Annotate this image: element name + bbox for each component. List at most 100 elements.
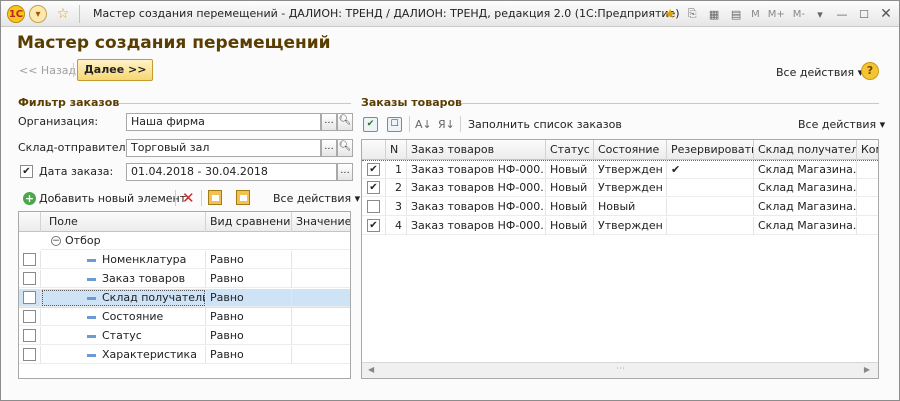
calendar-icon[interactable]: ▤ (727, 5, 745, 23)
orders-header-state[interactable]: Состояние (594, 140, 667, 160)
filter-row-comparison[interactable]: Равно (206, 251, 292, 269)
filter-row-comparison[interactable]: Равно (206, 346, 292, 364)
order-row-checkbox[interactable]: ✔ (367, 181, 380, 194)
sort-descending-icon[interactable]: Я↓ (438, 118, 455, 131)
date-period-field[interactable]: 01.04.2018 - 30.04.2018 (126, 163, 337, 181)
filter-row-value[interactable] (292, 327, 350, 345)
order-n-cell: 4 (386, 217, 407, 235)
order-row[interactable]: ✔ 4 Заказ товаров НФ-000... Новый Утвержден С… (362, 217, 878, 236)
filter-row-comparison[interactable]: Равно (206, 289, 292, 307)
order-order-cell: Заказ товаров НФ-000... (407, 161, 546, 179)
main-menu-icon[interactable]: ▾ (29, 5, 47, 23)
close-icon[interactable]: ✕ (877, 5, 895, 23)
help-icon[interactable]: ? (861, 62, 879, 80)
orders-header-warehouse[interactable]: Склад получатель (754, 140, 857, 160)
memory-minus-button[interactable]: M- (791, 5, 807, 23)
scroll-left-icon[interactable]: ◀ (368, 365, 374, 374)
add-favorite-icon[interactable]: ★ (661, 5, 679, 23)
filter-row-comparison[interactable]: Равно (206, 270, 292, 288)
add-element-icon[interactable]: + (23, 192, 36, 205)
toolbar-separator (201, 190, 202, 206)
scroll-thumb[interactable]: ⋯ (616, 364, 625, 374)
favorite-star-icon[interactable]: ☆ (54, 5, 72, 23)
filter-row-value[interactable] (292, 270, 350, 288)
link-icon[interactable]: ⎘ (683, 5, 701, 23)
filter-row[interactable]: Заказ товаров Равно (19, 270, 350, 289)
filter-grid: Поле Вид сравнения Значение − Отбор Номенк… (18, 211, 351, 379)
all-actions-menu[interactable]: Все действия ▾ (776, 66, 863, 79)
group-conditions-icon[interactable] (208, 190, 222, 205)
filter-row-checkbox[interactable] (23, 291, 36, 304)
field-dash-icon (87, 296, 96, 300)
orders-header-order[interactable]: Заказ товаров (407, 140, 546, 160)
filter-row[interactable]: Состояние Равно (19, 308, 350, 327)
order-row-checkbox[interactable] (367, 200, 380, 213)
order-row-checkbox[interactable]: ✔ (367, 219, 380, 232)
warehouse-select-button[interactable]: ... (321, 139, 337, 157)
filter-row-checkbox[interactable] (23, 272, 36, 285)
scroll-right-icon[interactable]: ▶ (864, 365, 870, 374)
filter-row-value[interactable] (292, 346, 350, 364)
filter-row-value[interactable] (292, 251, 350, 269)
filter-row[interactable]: Склад получатель Равно (19, 289, 350, 308)
warehouse-field[interactable]: Торговый зал (126, 139, 321, 157)
memory-plus-button[interactable]: M+ (766, 5, 787, 23)
order-row[interactable]: ✔ 2 Заказ товаров НФ-000... Новый Утвержден С… (362, 179, 878, 198)
delete-icon[interactable]: ✕ (182, 189, 195, 207)
order-row[interactable]: ✔ 1 Заказ товаров НФ-000... Новый Утвержден ✔… (362, 160, 878, 179)
filter-row-comparison[interactable]: Равно (206, 327, 292, 345)
filter-row-checkbox[interactable] (23, 310, 36, 323)
maximize-icon[interactable]: ☐ (855, 5, 873, 23)
organization-select-button[interactable]: ... (321, 113, 337, 131)
filter-row-checkbox[interactable] (23, 329, 36, 342)
filter-row-value[interactable] (292, 289, 350, 307)
orders-horizontal-scrollbar[interactable]: ◀ ⋯ ▶ (362, 362, 878, 378)
filter-header-comparison[interactable]: Вид сравнения (206, 212, 292, 232)
filter-row[interactable]: Номенклатура Равно (19, 251, 350, 270)
toolbar-separator (175, 190, 176, 206)
sort-ascending-icon[interactable]: A↓ (415, 118, 432, 131)
fill-orders-button[interactable]: Заполнить список заказов (468, 118, 622, 131)
filter-header-field[interactable]: Поле (41, 212, 206, 232)
ungroup-conditions-icon[interactable] (236, 190, 250, 205)
minimize-icon[interactable]: — (833, 5, 851, 23)
filter-group-row[interactable]: − Отбор (19, 232, 350, 251)
filter-row-checkbox[interactable] (23, 253, 36, 266)
collapse-icon[interactable]: − (51, 236, 61, 246)
filter-row-field: Состояние (41, 308, 206, 326)
filter-row-value[interactable] (292, 308, 350, 326)
organization-search-icon[interactable]: 🔍︎ (337, 113, 353, 131)
date-select-button[interactable]: ... (337, 163, 353, 181)
filter-group-cell: − Отбор (41, 232, 350, 250)
app-logo-icon[interactable]: 1С (7, 5, 25, 23)
filter-row-checkbox[interactable] (23, 348, 36, 361)
calculator-icon[interactable]: ▦ (705, 5, 723, 23)
filter-all-actions-menu[interactable]: Все действия ▾ (273, 192, 360, 205)
title-bar-controls: ★ ⎘ ▦ ▤ M M+ M- ▾ — ☐ ✕ (661, 5, 895, 23)
uncheck-all-icon[interactable]: ☐ (387, 117, 402, 132)
chevron-down-icon[interactable]: ▾ (811, 5, 829, 23)
filter-row[interactable]: Характеристика Равно (19, 346, 350, 365)
next-button[interactable]: Далее >> (77, 59, 154, 81)
filter-row[interactable]: Статус Равно (19, 327, 350, 346)
memory-m-button[interactable]: M (749, 5, 762, 23)
filter-row-field: Заказ товаров (41, 270, 206, 288)
filter-group-line (119, 103, 351, 104)
orders-header-comment[interactable]: Ком (857, 140, 878, 160)
order-row[interactable]: 3 Заказ товаров НФ-000... Новый Новый Склад … (362, 198, 878, 217)
check-all-icon[interactable]: ✔ (363, 117, 378, 132)
date-filter-checkbox[interactable]: ✔ (20, 165, 33, 178)
warehouse-search-icon[interactable]: 🔍︎ (337, 139, 353, 157)
orders-header-reserve[interactable]: Резервировать (667, 140, 754, 160)
organization-field[interactable]: Наша фирма (126, 113, 321, 131)
filter-header-value[interactable]: Значение (292, 212, 350, 232)
filter-grid-header: Поле Вид сравнения Значение (19, 212, 350, 232)
filter-row-comparison[interactable]: Равно (206, 308, 292, 326)
orders-group-line (461, 103, 879, 104)
orders-header-status[interactable]: Статус (546, 140, 594, 160)
orders-all-actions-menu[interactable]: Все действия ▾ (798, 118, 885, 131)
order-row-checkbox[interactable]: ✔ (367, 163, 380, 176)
add-element-button[interactable]: Добавить новый элемент (39, 192, 186, 205)
orders-header-n[interactable]: N (386, 140, 407, 160)
back-button[interactable]: << Назад (19, 64, 76, 77)
